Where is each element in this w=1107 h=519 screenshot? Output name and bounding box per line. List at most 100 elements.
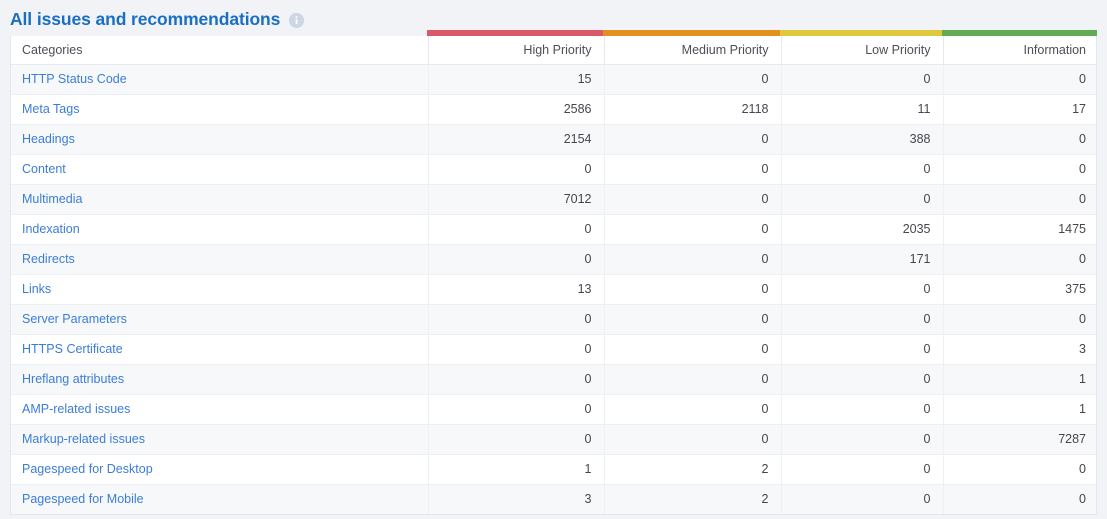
category-link[interactable]: Indexation: [22, 222, 80, 236]
cell-high-priority: 3: [427, 484, 604, 514]
cell-medium-priority: 0: [603, 154, 781, 185]
table-row[interactable]: Content 0 0 0 0: [11, 154, 1096, 185]
table-row[interactable]: Multimedia 7012 0 0 0: [11, 184, 1096, 215]
table-row[interactable]: Meta Tags 2586 2118 11 17: [11, 94, 1096, 125]
category-link[interactable]: HTTP Status Code: [22, 72, 127, 86]
page-title: All issues and recommendations: [10, 9, 281, 29]
cell-category: Indexation: [11, 214, 428, 245]
cell-category: Pagespeed for Desktop: [11, 454, 428, 485]
cell-medium-priority: 2118: [603, 94, 781, 125]
column-header-medium-priority[interactable]: Medium Priority: [603, 36, 781, 65]
cell-low-priority: 0: [780, 454, 943, 485]
cell-high-priority: 2586: [427, 94, 604, 125]
table-row[interactable]: Links 13 0 0 375: [11, 274, 1096, 305]
table-row[interactable]: Server Parameters 0 0 0 0: [11, 304, 1096, 335]
cell-medium-priority: 2: [603, 454, 781, 485]
category-link[interactable]: HTTPS Certificate: [22, 342, 123, 356]
category-link[interactable]: Pagespeed for Desktop: [22, 462, 153, 476]
category-link[interactable]: Pagespeed for Mobile: [22, 492, 144, 506]
cell-category: AMP-related issues: [11, 394, 428, 425]
cell-medium-priority: 0: [603, 64, 781, 95]
cell-low-priority: 0: [780, 334, 943, 365]
cell-high-priority: 13: [427, 274, 604, 305]
cell-category: Markup-related issues: [11, 424, 428, 455]
cell-information: 0: [942, 304, 1096, 335]
cell-category: Links: [11, 274, 428, 305]
cell-category: Pagespeed for Mobile: [11, 484, 428, 514]
page-header: All issues and recommendations: [0, 0, 1107, 30]
table-row[interactable]: Headings 2154 0 388 0: [11, 124, 1096, 155]
cell-information: 0: [942, 124, 1096, 155]
cell-high-priority: 2154: [427, 124, 604, 155]
cell-high-priority: 0: [427, 424, 604, 455]
category-link[interactable]: Server Parameters: [22, 312, 127, 326]
table-row[interactable]: HTTP Status Code 15 0 0 0: [11, 64, 1096, 95]
column-header-high-priority[interactable]: High Priority: [427, 36, 604, 65]
cell-low-priority: 0: [780, 394, 943, 425]
cell-high-priority: 0: [427, 394, 604, 425]
cell-medium-priority: 0: [603, 244, 781, 275]
cell-information: 3: [942, 334, 1096, 365]
cell-information: 7287: [942, 424, 1096, 455]
issues-table-container: Categories High Priority Medium Priority…: [10, 36, 1097, 515]
cell-low-priority: 171: [780, 244, 943, 275]
cell-information: 1: [942, 364, 1096, 395]
category-link[interactable]: AMP-related issues: [22, 402, 130, 416]
table-row[interactable]: Markup-related issues 0 0 0 7287: [11, 424, 1096, 455]
cell-information: 0: [942, 454, 1096, 485]
cell-information: 1: [942, 394, 1096, 425]
category-link[interactable]: Redirects: [22, 252, 75, 266]
category-link[interactable]: Multimedia: [22, 192, 82, 206]
column-header-information-label: Information: [1023, 42, 1086, 57]
info-circle-icon[interactable]: [289, 12, 305, 28]
cell-low-priority: 0: [780, 64, 943, 95]
category-link[interactable]: Headings: [22, 132, 75, 146]
cell-medium-priority: 0: [603, 214, 781, 245]
table-row[interactable]: Hreflang attributes 0 0 0 1: [11, 364, 1096, 395]
cell-information: 0: [942, 244, 1096, 275]
cell-high-priority: 0: [427, 334, 604, 365]
category-link[interactable]: Markup-related issues: [22, 432, 145, 446]
cell-medium-priority: 0: [603, 184, 781, 215]
cell-category: Headings: [11, 124, 428, 155]
category-link[interactable]: Content: [22, 162, 66, 176]
table-row[interactable]: HTTPS Certificate 0 0 0 3: [11, 334, 1096, 365]
table-header-row: Categories High Priority Medium Priority…: [11, 36, 1096, 65]
cell-low-priority: 0: [780, 274, 943, 305]
cell-information: 17: [942, 94, 1096, 125]
cell-medium-priority: 0: [603, 334, 781, 365]
cell-low-priority: 11: [780, 94, 943, 125]
cell-information: 0: [942, 184, 1096, 215]
cell-high-priority: 0: [427, 154, 604, 185]
table-row[interactable]: Indexation 0 0 2035 1475: [11, 214, 1096, 245]
cell-low-priority: 0: [780, 304, 943, 335]
column-header-information[interactable]: Information: [942, 36, 1096, 65]
cell-medium-priority: 0: [603, 424, 781, 455]
category-link[interactable]: Hreflang attributes: [22, 372, 124, 386]
table-row[interactable]: Pagespeed for Mobile 3 2 0 0: [11, 484, 1096, 514]
cell-high-priority: 7012: [427, 184, 604, 215]
column-header-low-priority-label: Low Priority: [865, 42, 931, 57]
cell-information: 0: [942, 484, 1096, 514]
cell-medium-priority: 0: [603, 364, 781, 395]
table-body: HTTP Status Code 15 0 0 0 Meta Tags 2586 2118 11…: [11, 64, 1096, 514]
issues-report-page: All issues and recommendations Categorie…: [0, 0, 1107, 519]
column-header-high-priority-label: High Priority: [523, 42, 592, 57]
category-link[interactable]: Links: [22, 282, 51, 296]
cell-high-priority: 0: [427, 364, 604, 395]
cell-high-priority: 1: [427, 454, 604, 485]
table-row[interactable]: Redirects 0 0 171 0: [11, 244, 1096, 275]
column-header-low-priority[interactable]: Low Priority: [780, 36, 943, 65]
cell-low-priority: 0: [780, 424, 943, 455]
cell-information: 375: [942, 274, 1096, 305]
cell-category: HTTPS Certificate: [11, 334, 428, 365]
cell-category: Hreflang attributes: [11, 364, 428, 395]
cell-low-priority: 0: [780, 184, 943, 215]
table-row[interactable]: Pagespeed for Desktop 1 2 0 0: [11, 454, 1096, 485]
cell-category: Meta Tags: [11, 94, 428, 125]
cell-category: Multimedia: [11, 184, 428, 215]
cell-medium-priority: 0: [603, 304, 781, 335]
column-header-categories[interactable]: Categories: [11, 36, 428, 65]
table-row[interactable]: AMP-related issues 0 0 0 1: [11, 394, 1096, 425]
category-link[interactable]: Meta Tags: [22, 102, 79, 116]
